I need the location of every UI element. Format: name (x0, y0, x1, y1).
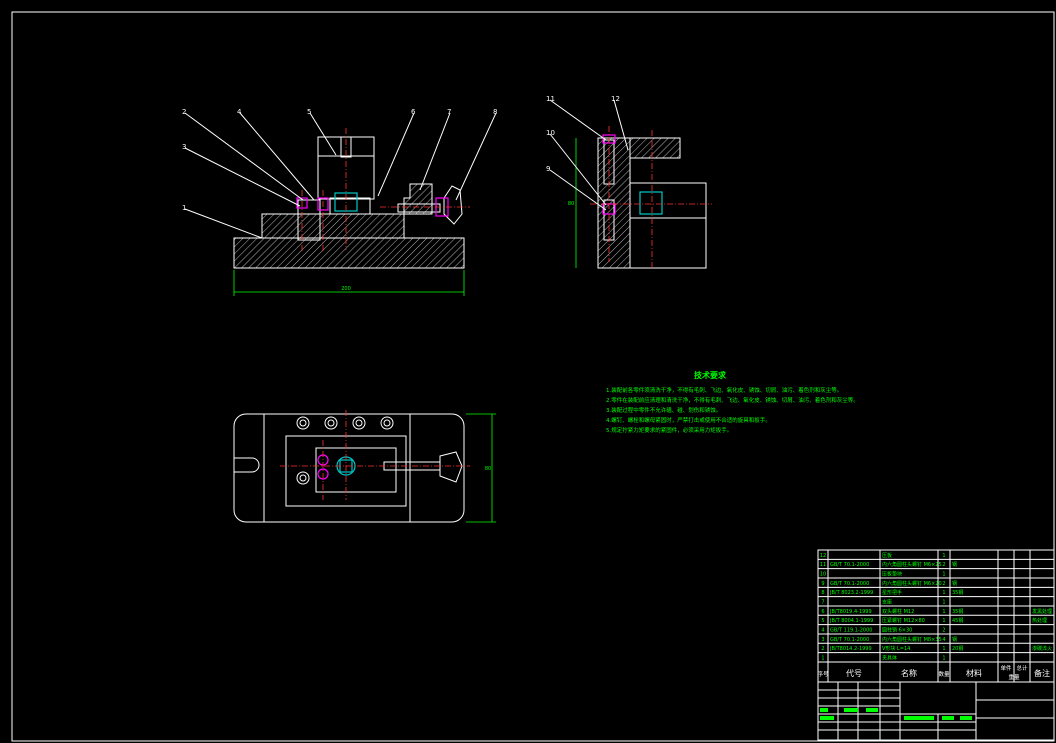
front-view: 200 2 4 5 6 7 8 3 1 (182, 108, 497, 296)
bom-header-total-weight: 总计 (1016, 664, 1028, 672)
bom-cell-qty: 1 (942, 590, 945, 596)
tech-req-line-5: 5.规定拧紧力矩要求的紧固件，必须采用力矩扳手。 (606, 426, 732, 434)
tech-req-line-3: 3.装配过程中零件不允许磕、碰、划伤和锈蚀。 (606, 406, 721, 414)
tech-req-line-1: 1.装配前各零件须清洗干净，不得有毛刺、飞边、氧化皮、锈蚀、切屑、油污、着色剂和… (606, 386, 842, 394)
bom-header-qty: 数量 (938, 670, 950, 678)
bill-of-materials: 12 压板 111 GB/T 70.1-2000 内六角圆柱头螺钉 M6×25 2 钢10 压… (817, 549, 1055, 741)
bom-cell-note: 热处理 (1032, 617, 1047, 624)
bom-cell-name: 内六角圆柱头螺钉 M8×35 (882, 636, 942, 643)
callout-11: 11 (546, 95, 555, 103)
bom-header-name: 名称 (901, 668, 917, 678)
bom-cell-material: 钢 (952, 636, 957, 643)
bom-cell-qty: 1 (942, 609, 945, 615)
bom-cell-code: JB/T8019.4-1999 (829, 609, 872, 615)
callout-9: 9 (546, 165, 550, 173)
bom-cell-no: 9 (821, 581, 824, 587)
bom-cell-qty: 2 (942, 627, 945, 633)
cad-drawing-sheet: 200 2 4 5 6 7 8 3 1 80 11 12 10 9 80 技术要… (11, 11, 1055, 742)
bom-header-code: 代号 (846, 668, 862, 678)
bom-cell-material: 35钢 (952, 589, 963, 596)
bom-header-weight: 重量 (1008, 673, 1020, 681)
tech-req-line-2: 2.零件在装配前应清理和清洗干净，不得有毛刺、飞边、氧化皮、锈蚀、切屑、油污、着… (606, 396, 859, 404)
front-width-dimension: 200 (341, 286, 351, 292)
bom-cell-no: 6 (821, 609, 824, 615)
callout-2: 2 (182, 108, 186, 116)
bom-cell-no: 5 (821, 618, 824, 624)
bom-cell-no: 7 (821, 599, 824, 605)
bom-cell-name: 压板 (882, 552, 892, 559)
title-block (818, 682, 1054, 740)
bom-cell-no: 1 (821, 655, 824, 661)
bom-cell-note: 渗碳淬火 (1032, 645, 1052, 652)
bom-cell-material: 钢 (952, 561, 957, 568)
bom-cell-code: GB/T 70.1-2000 (830, 581, 869, 587)
bom-cell-no: 10 (820, 571, 826, 577)
bom-header-material: 材料 (966, 668, 982, 678)
top-height-dimension: 80 (485, 466, 491, 472)
bom-cell-qty: 1 (942, 646, 945, 652)
bom-cell-no: 12 (820, 553, 826, 559)
bom-cell-code: GB/T 70.1-2000 (830, 562, 869, 568)
bom-cell-material: 20钢 (952, 645, 963, 652)
bom-cell-no: 11 (820, 562, 826, 568)
bom-cell-material: 45钢 (952, 617, 963, 624)
bom-cell-qty: 2 (942, 562, 945, 568)
bom-cell-name: 内六角圆柱头螺钉 M6×25 (882, 561, 942, 568)
bom-cell-name: 压板垫块 (882, 570, 902, 577)
side-view: 80 11 12 10 9 (546, 95, 712, 270)
bom-cell-no: 3 (821, 637, 824, 643)
bom-header-note: 备注 (1034, 668, 1050, 678)
tech-req-line-4: 4.螺钉、螺栓和螺母紧固时，严禁打击或使用不合适的旋具和扳手。 (606, 416, 771, 424)
bom-cell-material: 钢 (952, 580, 957, 587)
bom-cell-note: 发黑处理 (1032, 608, 1052, 615)
bom-cell-name: 压紧螺钉 M12×80 (882, 617, 925, 624)
bom-cell-name: 夹具体 (882, 654, 897, 661)
bom-cell-name: 星形把手 (882, 589, 902, 596)
callout-12: 12 (611, 95, 620, 103)
side-height-dimension: 80 (568, 201, 574, 207)
bom-cell-code: JB/T8014.2-1999 (829, 646, 872, 652)
bom-cell-no: 4 (821, 627, 824, 633)
bom-cell-qty: 4 (942, 637, 945, 643)
bom-cell-code: JB/T 8004.1-1999 (829, 618, 873, 624)
bom-cell-name: 内六角圆柱头螺钉 M6×20 (882, 580, 942, 587)
callout-6: 6 (411, 108, 416, 116)
bom-cell-name: 双头螺柱 M12 (882, 608, 914, 615)
callout-3: 3 (182, 143, 186, 151)
tech-req-title: 技术要求 (694, 370, 727, 380)
bom-cell-qty: 1 (942, 618, 945, 624)
callout-8: 8 (493, 108, 497, 116)
top-view: 80 (233, 410, 496, 523)
callout-5: 5 (307, 108, 311, 116)
callout-10: 10 (546, 129, 555, 137)
bom-cell-name: 圆柱销 6×30 (882, 626, 912, 633)
technical-requirements: 技术要求 1.装配前各零件须清洗干净，不得有毛刺、飞边、氧化皮、锈蚀、切屑、油污… (606, 370, 859, 434)
bom-cell-code: JB/T 8023.2-1999 (829, 590, 873, 596)
bom-cell-material: 35钢 (952, 608, 963, 615)
bom-cell-no: 8 (821, 590, 824, 596)
bom-cell-no: 2 (821, 646, 824, 652)
bom-cell-code: GB/T 70.1-2000 (830, 637, 869, 643)
bom-header-unit-weight: 单件 (1000, 664, 1012, 672)
bom-cell-qty: 2 (942, 581, 945, 587)
bom-cell-qty: 1 (942, 553, 945, 559)
bom-cell-qty: 1 (942, 571, 945, 577)
bom-cell-code: GB/T 119.1-2000 (830, 627, 872, 633)
bom-cell-name: 支座 (882, 598, 892, 605)
bom-cell-name: V形块 L=14 (882, 645, 910, 652)
callout-4: 4 (237, 108, 242, 116)
bom-cell-qty: 1 (942, 599, 945, 605)
callout-7: 7 (447, 108, 451, 116)
bom-cell-qty: 1 (942, 655, 945, 661)
bom-header-no: 序号 (817, 670, 829, 678)
callout-1: 1 (182, 204, 186, 212)
